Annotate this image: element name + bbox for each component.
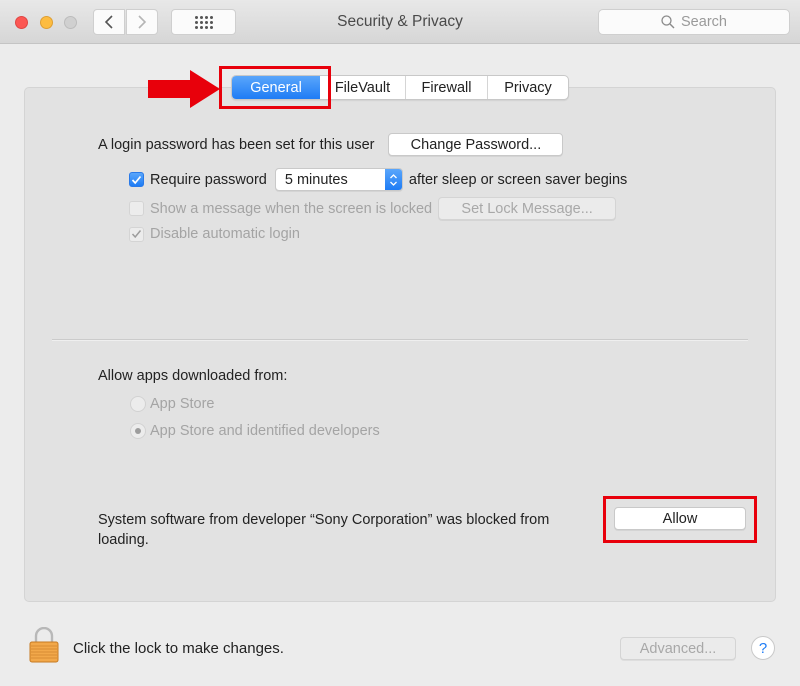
tab-filevault[interactable]: FileVault: [320, 76, 406, 99]
checkmark-icon: [131, 230, 142, 239]
password-interval-value: 5 minutes: [284, 171, 348, 188]
checkmark-icon: [131, 175, 142, 184]
radio-app-store-label: App Store: [150, 396, 215, 412]
radio-button[interactable]: [130, 423, 146, 439]
require-password-row: Require password 5 minutes after sleep o…: [129, 168, 627, 191]
require-password-checkbox[interactable]: [129, 172, 144, 187]
lock-message: Click the lock to make changes.: [73, 640, 284, 657]
radio-selected-dot: [135, 428, 141, 434]
chevron-left-icon: [104, 15, 113, 29]
stepper-arrows-icon: [384, 169, 402, 190]
red-arrow-icon: [148, 70, 220, 108]
allow-apps-heading: Allow apps downloaded from:: [98, 368, 288, 384]
show-all-button[interactable]: [171, 9, 236, 35]
search-icon: [661, 15, 675, 29]
password-interval-select[interactable]: 5 minutes: [274, 168, 403, 191]
disable-auto-login-row: Disable automatic login: [129, 226, 300, 242]
search-placeholder: Search: [681, 14, 727, 30]
tab-firewall[interactable]: Firewall: [406, 76, 488, 99]
require-password-suffix: after sleep or screen saver begins: [408, 171, 628, 188]
disable-auto-login-label: Disable automatic login: [150, 226, 300, 242]
tab-privacy[interactable]: Privacy: [488, 76, 568, 99]
login-password-row: A login password has been set for this u…: [98, 133, 564, 156]
search-input[interactable]: Search: [598, 9, 790, 35]
show-message-label: Show a message when the screen is locked: [150, 200, 433, 217]
forward-button[interactable]: [126, 9, 158, 35]
login-password-text: A login password has been set for this u…: [98, 136, 375, 153]
zoom-button[interactable]: [64, 16, 77, 29]
radio-app-store-identified-label: App Store and identified developers: [150, 423, 380, 439]
chevron-right-icon: [138, 15, 147, 29]
back-button[interactable]: [93, 9, 125, 35]
advanced-button[interactable]: Advanced...: [620, 637, 736, 660]
show-message-checkbox[interactable]: [129, 201, 144, 216]
radio-button[interactable]: [130, 396, 146, 412]
title-bar: Security & Privacy Search: [0, 0, 800, 44]
radio-app-store[interactable]: App Store: [130, 396, 215, 412]
change-password-button[interactable]: Change Password...: [388, 133, 564, 156]
grid-icon: [194, 15, 213, 29]
close-button[interactable]: [15, 16, 28, 29]
allow-button[interactable]: Allow: [614, 507, 746, 530]
blocked-software-message: System software from developer “Sony Cor…: [98, 512, 550, 548]
section-divider: [52, 339, 748, 341]
lock-icon[interactable]: [28, 627, 60, 663]
tab-bar: General FileVault Firewall Privacy: [231, 75, 569, 100]
help-button[interactable]: ?: [751, 636, 775, 660]
disable-auto-login-checkbox[interactable]: [129, 226, 144, 242]
set-lock-message-button[interactable]: Set Lock Message...: [438, 197, 617, 220]
minimize-button[interactable]: [40, 16, 53, 29]
show-message-row: Show a message when the screen is locked…: [129, 197, 617, 220]
radio-app-store-identified[interactable]: App Store and identified developers: [130, 423, 380, 439]
tab-general[interactable]: General: [232, 76, 320, 99]
require-password-label: Require password: [150, 171, 267, 188]
